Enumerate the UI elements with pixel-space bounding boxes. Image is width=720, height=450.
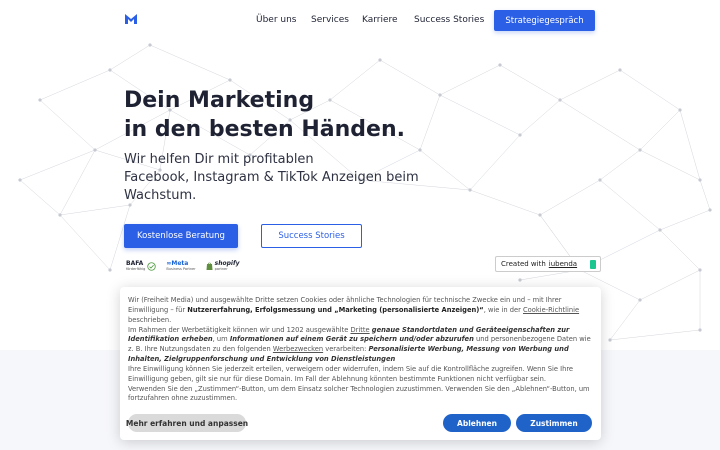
hero-title-line: in den besten Händen.	[124, 117, 405, 142]
check-circle-icon	[147, 261, 157, 271]
nav-link-ueber-uns[interactable]: Über uns	[256, 15, 297, 25]
cookie-text-segment: verarbeiten:	[323, 345, 369, 354]
partner-badges: BAFA förderfähig ∞Meta Business Partner …	[126, 258, 239, 274]
advertising-purposes-link[interactable]: Werbezwecken	[273, 345, 323, 353]
badge-label: ∞Meta	[166, 259, 189, 267]
site-header: Über uns Services Karriere Success Stori…	[0, 0, 720, 40]
hero-subtitle-line: Wir helfen Dir mit profitablen	[124, 152, 314, 167]
strategiegespraech-button[interactable]: Strategiegespräch	[494, 10, 595, 31]
cookie-text: Wir (Freiheit Media) und ausgewählte Dri…	[128, 296, 593, 404]
cookie-text-emphasis: Informationen auf einem Gerät zu speiche…	[229, 335, 474, 344]
badge-sublabel: förderfähig	[126, 266, 146, 271]
accept-button[interactable]: Zustimmen	[516, 414, 592, 432]
badge-label: BAFA	[126, 259, 144, 267]
cookie-consent-banner: Wir (Freiheit Media) und ausgewählte Dri…	[120, 287, 601, 440]
shopify-partner-badge: shopify partner	[206, 259, 240, 272]
learn-more-customize-button[interactable]: Mehr erfahren und anpassen	[126, 414, 248, 432]
shopify-bag-icon	[206, 262, 213, 270]
hero-subtitle-line: Facebook, Instagram & TikTok Anzeigen be…	[124, 170, 419, 185]
badge-label: shopify	[214, 259, 240, 267]
hero-subtitle-line: Wachstum.	[124, 188, 197, 203]
nav-link-services[interactable]: Services	[311, 15, 349, 25]
bafa-badge: BAFA förderfähig	[126, 259, 157, 272]
cookie-text-segment: Im Rahmen der Werbetätigkeit können wir …	[128, 325, 351, 334]
cookie-text-segment: beschrieben.	[128, 315, 172, 324]
reject-button[interactable]: Ablehnen	[443, 414, 511, 432]
kostenlose-beratung-button[interactable]: Kostenlose Beratung	[124, 224, 238, 248]
success-stories-button[interactable]: Success Stories	[261, 224, 362, 248]
cookie-text-bold: Nutzererfahrung, Erfolgsmessung und „Mar…	[187, 305, 484, 314]
iubenda-icon	[590, 260, 596, 269]
cookie-text-segment: , wie in der	[483, 305, 523, 314]
cookie-text-segment: , um	[212, 335, 230, 344]
iubenda-link[interactable]: iubenda	[549, 260, 577, 268]
hero-title-line: Dein Marketing	[124, 88, 315, 113]
nav-link-success-stories[interactable]: Success Stories	[414, 15, 484, 25]
badge-sublabel: partner	[214, 266, 228, 271]
meta-partner-badge: ∞Meta Business Partner	[166, 259, 196, 272]
iubenda-prefix: Created with	[501, 260, 546, 268]
cookie-policy-link[interactable]: Cookie-Richtlinie	[523, 306, 579, 314]
iubenda-badge[interactable]: Created with iubenda	[495, 256, 601, 272]
cookie-text-segment: Verwenden Sie den „Zustimmen“-Button, um…	[128, 384, 590, 403]
nav-link-karriere[interactable]: Karriere	[362, 15, 398, 25]
cookie-text-segment: Ihre Einwilligung können Sie jederzeit e…	[128, 364, 574, 383]
m-logo-icon[interactable]	[124, 13, 138, 25]
badge-sublabel: Business Partner	[166, 266, 196, 271]
hero-title: Dein Marketing in den besten Händen.	[124, 86, 405, 144]
third-parties-link[interactable]: Dritte	[351, 326, 370, 334]
hero-subtitle: Wir helfen Dir mit profitablen Facebook,…	[124, 151, 419, 205]
